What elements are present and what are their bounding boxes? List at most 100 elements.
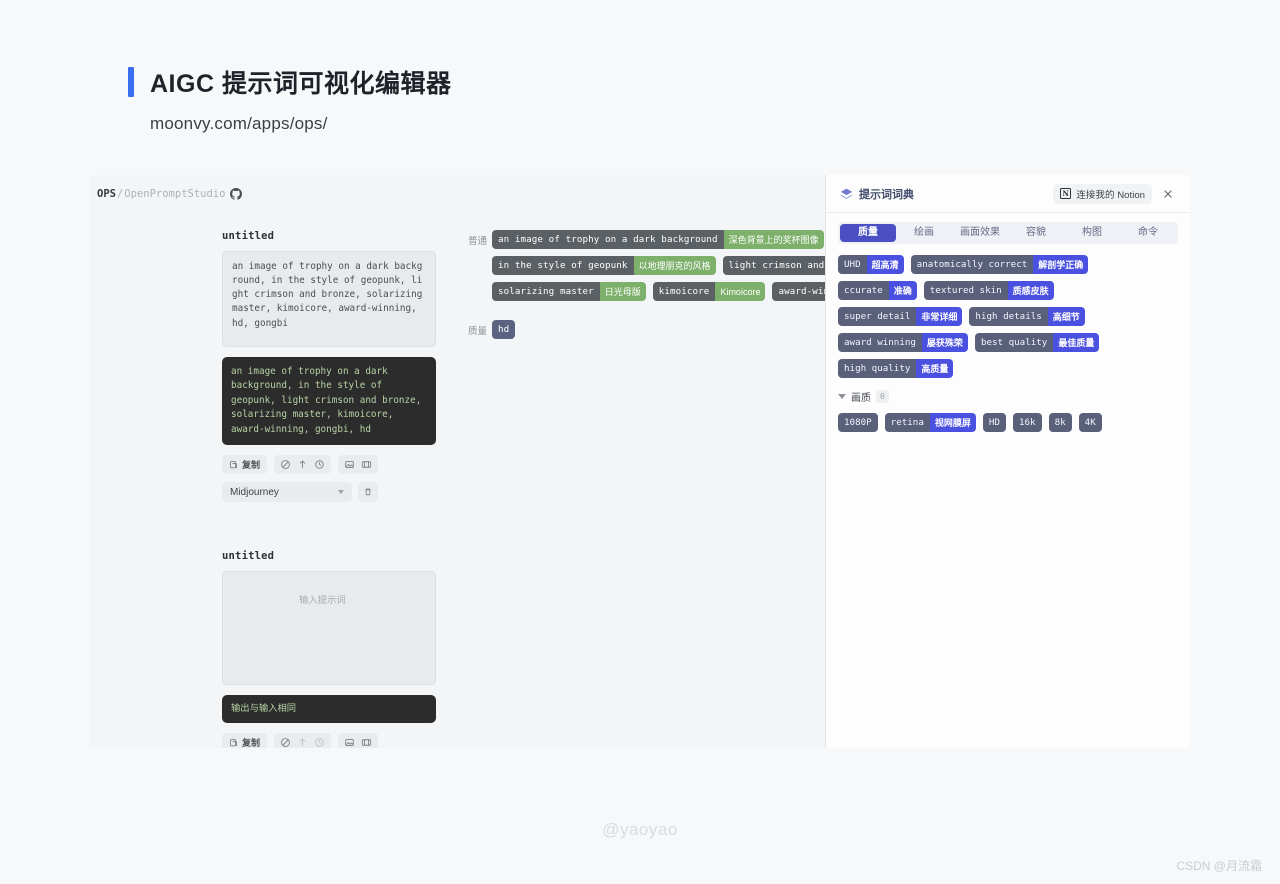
prompt-tag[interactable]: award-winning 屡获殊荣 bbox=[772, 282, 825, 301]
chip-en: anatomically correct bbox=[910, 255, 1034, 274]
prompt-input[interactable]: an image of trophy on a dark background,… bbox=[222, 251, 436, 347]
prompt-tag[interactable]: an image of trophy on a dark background … bbox=[492, 230, 824, 249]
dictionary-header: 提示词词典 N 连接我的 Notion bbox=[826, 175, 1190, 213]
prompt-tag[interactable]: light crimson and bronze 浅绯红色和青铜色 bbox=[722, 256, 825, 275]
chip-en: UHD bbox=[838, 255, 867, 274]
dictionary-chip[interactable]: anatomically correct 解剖学正确 bbox=[910, 255, 1089, 274]
chip-zh: 高细节 bbox=[1047, 307, 1085, 326]
tag-en: light crimson and bronze bbox=[722, 256, 825, 275]
tag-en: an image of trophy on a dark background bbox=[492, 230, 724, 249]
connect-notion-button[interactable]: N 连接我的 Notion bbox=[1053, 183, 1152, 204]
page-root: AIGC 提示词可视化编辑器 moonvy.com/apps/ops/ OPS … bbox=[0, 0, 1280, 884]
tab-painting[interactable]: 绘画 bbox=[896, 224, 952, 242]
ban-icon[interactable] bbox=[278, 735, 293, 748]
dictionary-chip[interactable]: ccurate 准确 bbox=[838, 281, 917, 300]
tab-composition[interactable]: 构图 bbox=[1064, 224, 1120, 242]
dictionary-row: UHD 超高清 anatomically correct 解剖学正确 bbox=[838, 255, 1178, 274]
dictionary-chip[interactable]: 4K bbox=[1078, 413, 1102, 432]
tag-en: kimoicore bbox=[652, 282, 716, 301]
brand-slash: / bbox=[116, 188, 124, 200]
dictionary-section-header[interactable]: 画质 6 bbox=[838, 389, 1178, 404]
chip-en: super detail bbox=[838, 307, 917, 326]
dictionary-chip[interactable]: best quality 最佳质量 bbox=[974, 333, 1100, 352]
prompt-tag[interactable]: hd bbox=[492, 320, 516, 339]
ban-icon[interactable] bbox=[278, 457, 293, 472]
editor-pane: OPS / OpenPromptStudio untitled an image… bbox=[90, 175, 826, 748]
copy-button[interactable]: 复制 bbox=[226, 457, 263, 472]
page-title-row: AIGC 提示词可视化编辑器 bbox=[128, 64, 451, 100]
dictionary-chip[interactable]: award winning 屡获殊荣 bbox=[838, 333, 968, 352]
tag-zh: 日光母版 bbox=[599, 282, 646, 301]
tag-zh: 深色背景上的奖杯图像 bbox=[723, 230, 824, 249]
tag-zh: Kimoicore bbox=[715, 282, 766, 301]
card-toolbar: 复制 bbox=[222, 733, 436, 748]
chip-en: award winning bbox=[838, 333, 922, 352]
action-group bbox=[274, 733, 332, 748]
dictionary-title-wrap: 提示词词典 bbox=[840, 186, 914, 202]
tag-en: hd bbox=[492, 320, 516, 339]
chip-en: 16k bbox=[1012, 413, 1042, 432]
tab-quality[interactable]: 质量 bbox=[840, 224, 896, 242]
delete-button[interactable] bbox=[358, 482, 378, 503]
dictionary-chip[interactable]: 8k bbox=[1048, 413, 1072, 432]
refresh-icon[interactable] bbox=[312, 735, 327, 748]
image-icon[interactable] bbox=[342, 457, 357, 472]
arrow-up-icon[interactable] bbox=[295, 457, 310, 472]
prompt-output: an image of trophy on a dark background,… bbox=[222, 357, 436, 446]
dictionary-section-count: 6 bbox=[876, 390, 889, 403]
prompt-tag[interactable]: solarizing master 日光母版 bbox=[492, 282, 646, 301]
brand-ops: OPS bbox=[97, 188, 116, 200]
chip-en: 8k bbox=[1048, 413, 1072, 432]
dictionary-chip[interactable]: 16k bbox=[1012, 413, 1042, 432]
tag-en: award-winning bbox=[772, 282, 825, 301]
triangle-down-icon bbox=[838, 394, 846, 399]
refresh-icon[interactable] bbox=[312, 457, 327, 472]
tab-appearance[interactable]: 容貌 bbox=[1008, 224, 1064, 242]
dictionary-chip[interactable]: HD bbox=[982, 413, 1006, 432]
chip-zh: 质感皮肤 bbox=[1007, 281, 1054, 300]
chip-zh: 超高清 bbox=[866, 255, 904, 274]
copy-group: 复制 bbox=[222, 733, 268, 748]
page-subtitle-url: moonvy.com/apps/ops/ bbox=[150, 114, 328, 133]
tab-commands[interactable]: 命令 bbox=[1120, 224, 1176, 242]
dictionary-chip[interactable]: 1080P bbox=[838, 413, 878, 432]
arrow-up-icon[interactable] bbox=[295, 735, 310, 748]
page-header: AIGC 提示词可视化编辑器 moonvy.com/apps/ops/ bbox=[128, 64, 451, 134]
dictionary-row: award winning 屡获殊荣 best quality 最佳质量 bbox=[838, 333, 1178, 352]
gallery-icon[interactable] bbox=[359, 457, 374, 472]
prompt-tag[interactable]: kimoicore Kimoicore bbox=[652, 282, 766, 301]
tag-section-normal: 普通 an image of trophy on a dark backgrou… bbox=[468, 230, 825, 308]
dictionary-chip[interactable]: high quality 高质量 bbox=[838, 359, 954, 378]
dictionary-panel: 提示词词典 N 连接我的 Notion 质量 绘画 画面效果 容貌 构图 命令 … bbox=[826, 175, 1190, 748]
chip-en: ccurate bbox=[838, 281, 889, 300]
model-select-value: Midjourney bbox=[230, 486, 279, 498]
dictionary-chip[interactable]: super detail 非常详细 bbox=[838, 307, 963, 326]
chip-en: best quality bbox=[974, 333, 1054, 352]
dictionary-chip[interactable]: high details 高细节 bbox=[969, 307, 1085, 326]
chip-en: 1080P bbox=[838, 413, 878, 432]
tab-effects[interactable]: 画面效果 bbox=[952, 224, 1008, 242]
prompt-tag[interactable]: in the style of geopunk 以地理朋克的风格 bbox=[492, 256, 716, 275]
github-icon[interactable] bbox=[230, 188, 243, 200]
dictionary-row: 1080P retina 视网膜屏 HD 16k 8k 4K bbox=[838, 413, 1178, 432]
media-group bbox=[338, 733, 379, 748]
tag-row: an image of trophy on a dark background … bbox=[492, 230, 825, 249]
card-title[interactable]: untitled bbox=[222, 550, 436, 562]
tag-en: in the style of geopunk bbox=[492, 256, 634, 275]
dictionary-chip[interactable]: UHD 超高清 bbox=[838, 255, 904, 274]
chip-zh: 屡获殊荣 bbox=[921, 333, 968, 352]
page-title: AIGC 提示词可视化编辑器 bbox=[150, 70, 452, 98]
dictionary-chip[interactable]: retina 视网膜屏 bbox=[884, 413, 976, 432]
prompt-input[interactable]: 输入提示词 bbox=[222, 571, 436, 686]
chevron-down-icon bbox=[338, 490, 344, 495]
chip-en: retina bbox=[884, 413, 930, 432]
model-select[interactable]: Midjourney bbox=[222, 482, 352, 503]
gallery-icon[interactable] bbox=[359, 735, 374, 748]
dictionary-chip[interactable]: textured skin 质感皮肤 bbox=[923, 281, 1054, 300]
copy-button[interactable]: 复制 bbox=[226, 735, 263, 748]
chip-zh: 解剖学正确 bbox=[1033, 255, 1089, 274]
tag-row: in the style of geopunk 以地理朋克的风格 light c… bbox=[492, 256, 825, 275]
image-icon[interactable] bbox=[342, 735, 357, 748]
close-icon[interactable] bbox=[1158, 184, 1178, 204]
card-title[interactable]: untitled bbox=[222, 230, 436, 242]
